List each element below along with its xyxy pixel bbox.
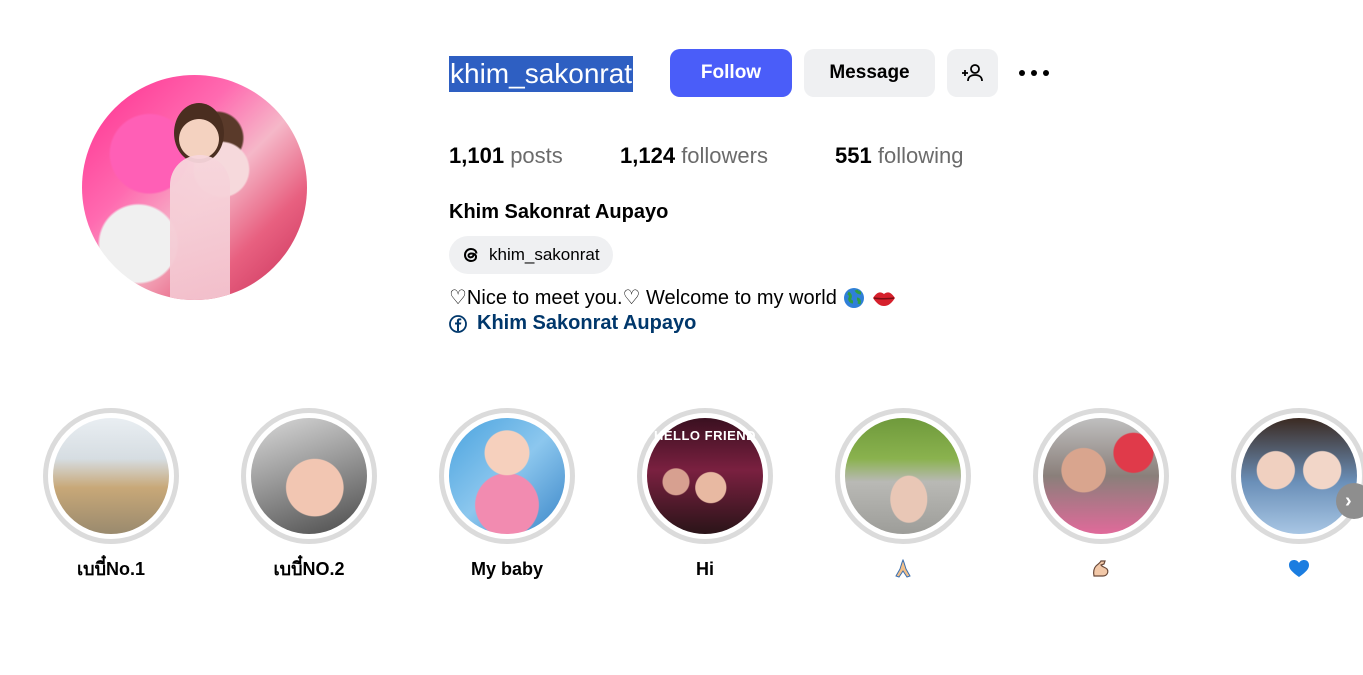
blue-heart-emoji-icon <box>1289 560 1309 577</box>
posts-stat: 1,101 posts <box>449 142 563 170</box>
pray-emoji-icon <box>895 558 911 578</box>
more-dot-icon <box>1043 70 1049 76</box>
followers-label: followers <box>681 143 768 168</box>
highlight-label <box>1033 558 1169 585</box>
highlight-cover[interactable]: HELLO FRIEND <box>637 408 773 544</box>
more-dot-icon <box>1019 70 1025 76</box>
highlight-image <box>449 418 565 534</box>
follow-button[interactable]: Follow <box>670 49 792 97</box>
lips-icon <box>872 292 895 306</box>
facebook-link-label: Khim Sakonrat Aupayo <box>477 312 697 334</box>
highlight-overlay-text: HELLO FRIEND <box>653 428 757 443</box>
avatar-head <box>174 103 224 163</box>
highlight-image <box>1043 418 1159 534</box>
highlight-image: HELLO FRIEND <box>647 418 763 534</box>
highlight-cover[interactable] <box>439 408 575 544</box>
highlight-label <box>835 558 971 585</box>
highlight-item[interactable]: เบบี๋NO.2 <box>241 408 377 580</box>
following-label: following <box>877 143 964 168</box>
profile-username: khim_sakonrat <box>449 56 634 92</box>
highlight-label: Hi <box>696 559 714 579</box>
more-dot-icon <box>1031 70 1037 76</box>
threads-icon <box>463 247 478 263</box>
highlight-image <box>53 418 169 534</box>
highlight-cover[interactable] <box>241 408 377 544</box>
following-count: 551 <box>835 143 872 168</box>
facebook-link[interactable]: Khim Sakonrat Aupayo <box>449 312 696 335</box>
more-options-button[interactable] <box>1015 60 1053 86</box>
posts-count: 1,101 <box>449 143 505 168</box>
highlight-image <box>251 418 367 534</box>
followers-stat[interactable]: 1,124 followers <box>620 142 768 170</box>
highlight-cover[interactable] <box>1033 408 1169 544</box>
bio-text: ♡Nice to meet you.♡ Welcome to my world <box>449 287 837 309</box>
chevron-right-icon: › <box>1345 489 1352 512</box>
highlight-item[interactable] <box>1033 408 1169 585</box>
highlight-item[interactable] <box>835 408 971 585</box>
flexed-biceps-emoji-icon <box>1093 560 1109 577</box>
threads-link[interactable]: khim_sakonrat <box>449 236 613 274</box>
highlight-label: เบบี๋No.1 <box>76 559 145 579</box>
profile-full-name: Khim Sakonrat Aupayo <box>449 201 669 223</box>
highlight-label <box>1231 558 1363 585</box>
suggested-users-button[interactable] <box>947 49 998 97</box>
profile-bio: ♡Nice to meet you.♡ Welcome to my world <box>449 285 897 311</box>
globe-icon <box>843 288 864 308</box>
highlight-image <box>1241 418 1357 534</box>
avatar-figure <box>170 155 230 300</box>
highlight-cover[interactable] <box>43 408 179 544</box>
posts-label: posts <box>510 143 563 168</box>
highlight-item[interactable]: เบบี๋No.1 <box>43 408 179 580</box>
highlight-image <box>845 418 961 534</box>
message-button[interactable]: Message <box>804 49 935 97</box>
highlight-label: เบบี๋NO.2 <box>273 559 345 579</box>
facebook-icon <box>449 314 467 333</box>
following-stat[interactable]: 551 following <box>835 142 963 170</box>
highlight-cover[interactable] <box>1231 408 1363 544</box>
add-person-icon <box>961 64 983 82</box>
threads-handle: khim_sakonrat <box>489 245 600 264</box>
profile-page: khim_sakonrat Follow Message 1,101 posts… <box>0 0 1363 675</box>
profile-avatar[interactable] <box>82 75 307 300</box>
highlight-item[interactable]: HELLO FRIEND Hi <box>637 408 773 580</box>
followers-count: 1,124 <box>620 143 676 168</box>
highlight-label: My baby <box>470 559 544 579</box>
highlight-item[interactable]: My baby <box>439 408 575 580</box>
highlight-cover[interactable] <box>835 408 971 544</box>
